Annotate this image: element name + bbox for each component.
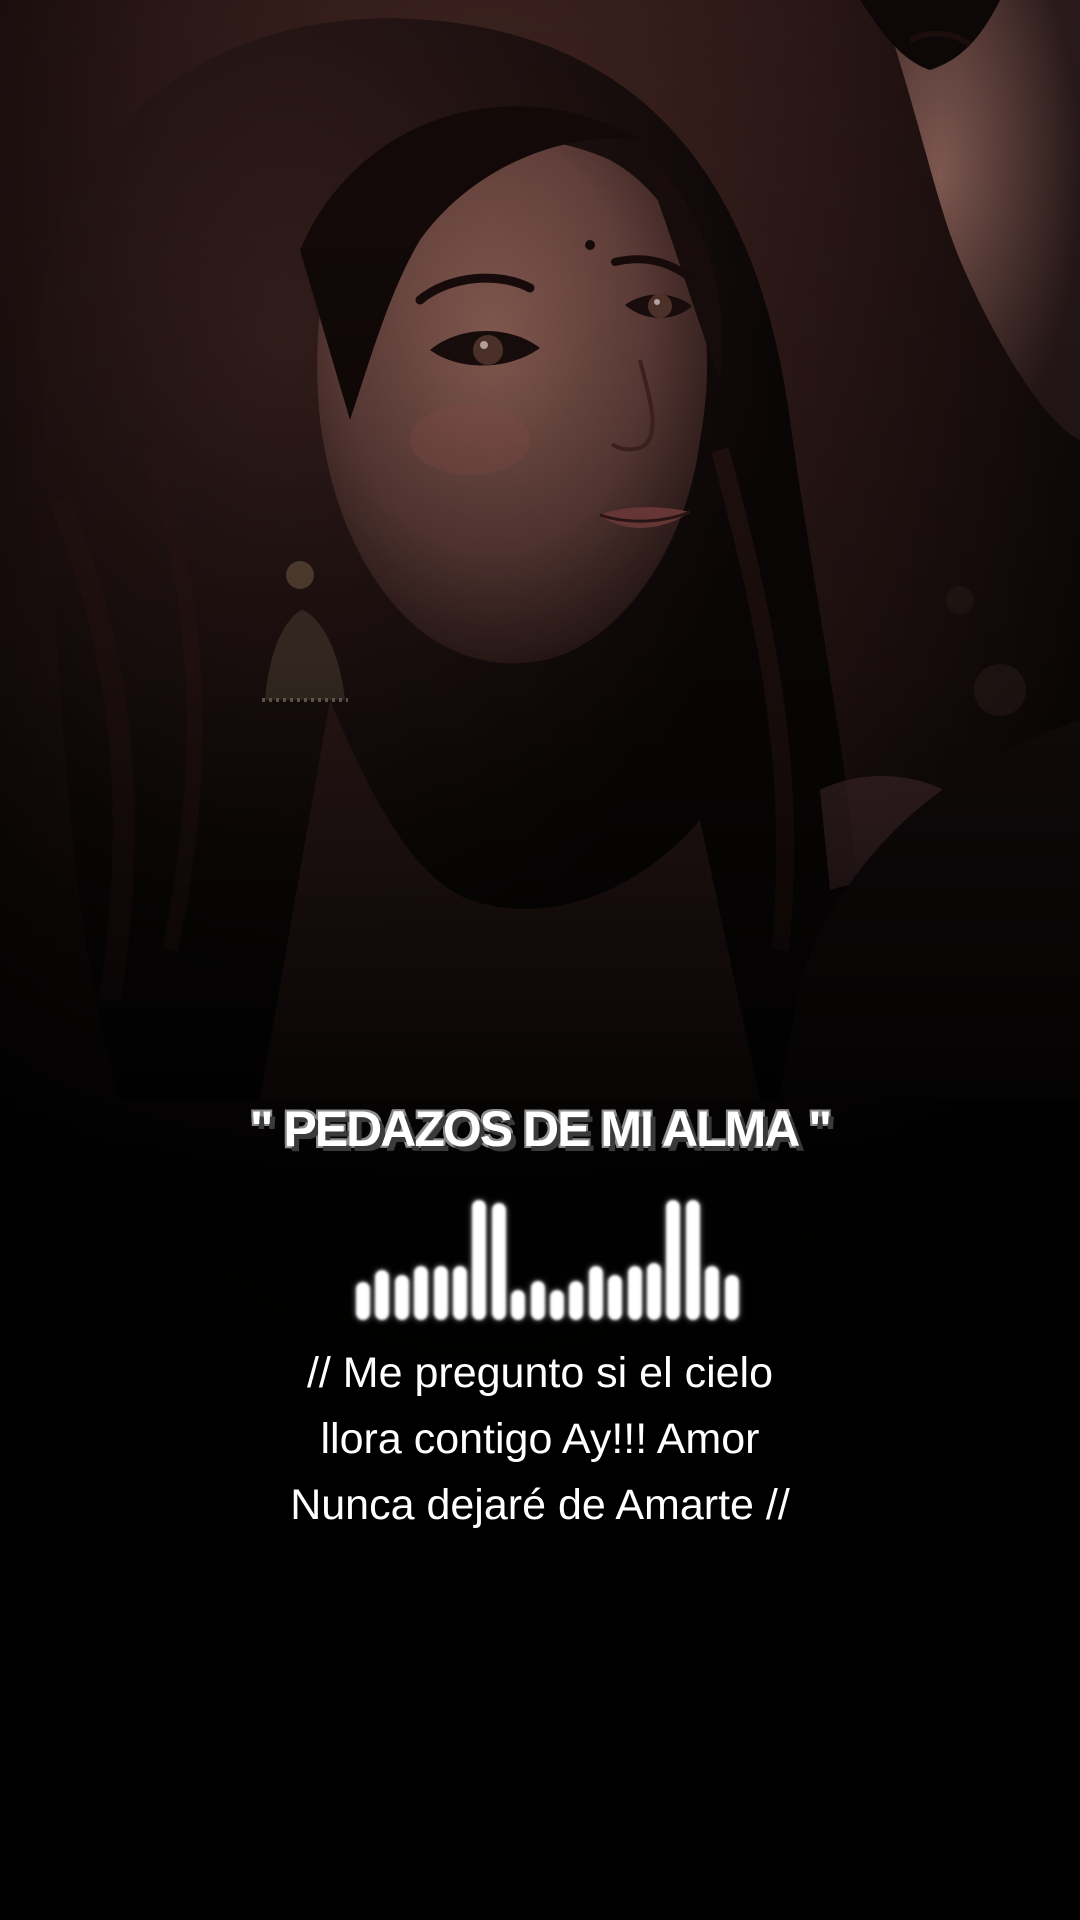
- visualizer-bar: [685, 1200, 700, 1320]
- lyric-line-1: // Me pregunto si el cielo: [306, 1349, 774, 1397]
- video-frame: " PEDAZOS DE MI ALMA " // Me pregunto si…: [0, 0, 1080, 1920]
- visualizer-bar: [530, 1281, 545, 1320]
- audio-visualizer: [356, 1170, 740, 1320]
- lyric-line-2: llora contigo Ay!!! Amor: [320, 1415, 760, 1463]
- visualizer-bar: [414, 1266, 429, 1320]
- song-title: " PEDAZOS DE MI ALMA ": [249, 1101, 832, 1157]
- visualizer-bar: [433, 1266, 448, 1320]
- visualizer-bar: [588, 1266, 603, 1320]
- visualizer-bar: [491, 1203, 506, 1320]
- visualizer-bar: [608, 1275, 623, 1320]
- visualizer-bar: [394, 1275, 409, 1320]
- visualizer-bar: [647, 1263, 661, 1320]
- visualizer-bar: [666, 1200, 681, 1320]
- background-illustration: [0, 0, 1080, 1920]
- visualizer-bar: [724, 1275, 739, 1320]
- visualizer-bar: [472, 1200, 487, 1320]
- lyrics-block: // Me pregunto si el cielo llora contigo…: [0, 1340, 1080, 1538]
- lyric-line-3: Nunca dejaré de Amarte //: [290, 1481, 790, 1529]
- visualizer-bar: [356, 1282, 370, 1320]
- visualizer-bar: [627, 1266, 642, 1320]
- visualizer-bar: [550, 1290, 564, 1320]
- visualizer-bar: [569, 1281, 584, 1320]
- visualizer-bar: [705, 1266, 720, 1320]
- visualizer-bar: [375, 1270, 390, 1320]
- visualizer-bar: [453, 1266, 467, 1320]
- visualizer-bar: [511, 1290, 526, 1320]
